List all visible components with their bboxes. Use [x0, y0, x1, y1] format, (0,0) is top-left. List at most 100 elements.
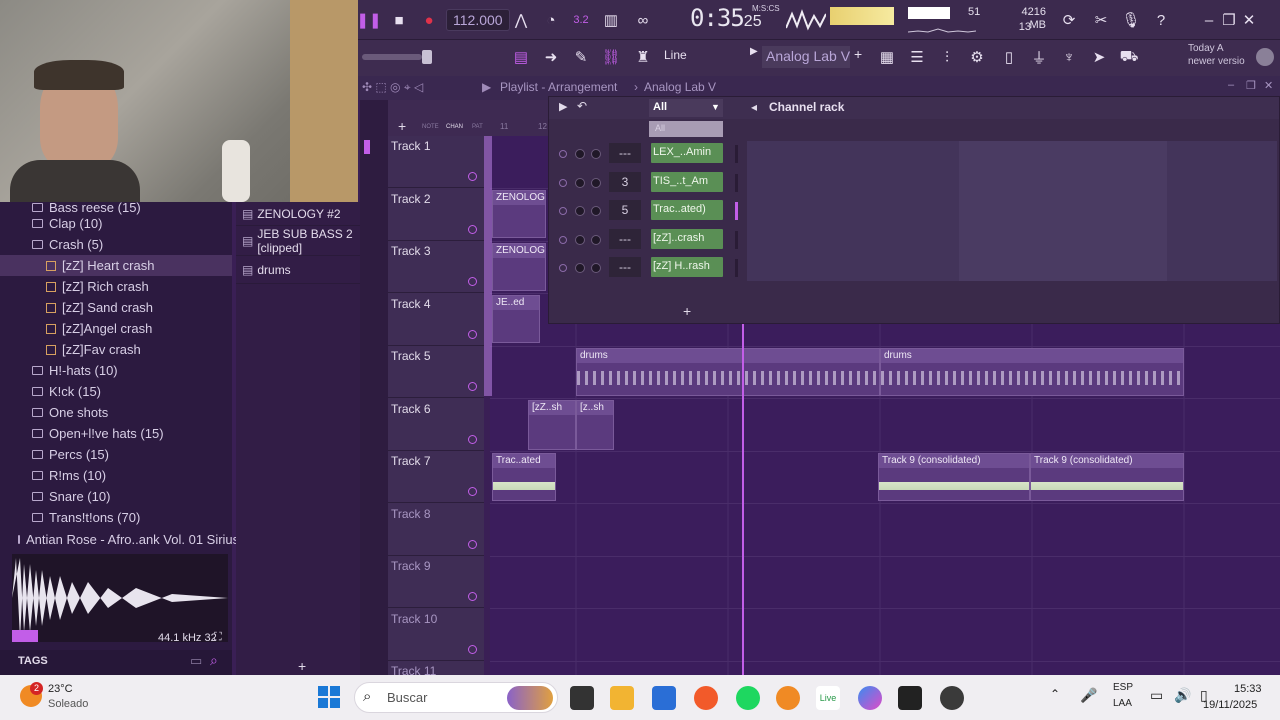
task-view-icon[interactable]: [570, 686, 594, 710]
browser-item[interactable]: H!-hats (10): [0, 360, 232, 381]
clip-drums-1[interactable]: drums: [576, 348, 880, 396]
lang-top[interactable]: ESP: [1113, 682, 1133, 693]
pan-knob[interactable]: [575, 234, 585, 245]
clip-zenolog-2[interactable]: ZENOLOG: [492, 243, 546, 291]
channel-name-button[interactable]: [zZ] H..rash: [651, 257, 723, 277]
clip-track9-2[interactable]: Track 9 (consolidated): [1030, 453, 1184, 501]
volume-knob[interactable]: [591, 263, 601, 273]
pan-knob[interactable]: [575, 149, 585, 159]
browser-item[interactable]: [zZ] Sand crash: [0, 297, 232, 318]
track-header[interactable]: Track 6: [388, 399, 484, 451]
browser-item[interactable]: Percs (15): [0, 444, 232, 465]
channel-select-bar[interactable]: [735, 230, 738, 249]
browser-item[interactable]: Snare (10): [0, 486, 232, 507]
playlist-minimize-icon[interactable]: –: [1228, 79, 1234, 91]
playhead[interactable]: [742, 324, 744, 676]
playlist-icon[interactable]: ▤: [508, 44, 534, 70]
picker-item[interactable]: ▤ JEB SUB BASS 2 [clipped]: [236, 226, 370, 256]
playlist-restore-icon[interactable]: ❐: [1246, 79, 1256, 92]
track-header[interactable]: Track 9: [388, 556, 484, 608]
track-enable-icon[interactable]: [468, 434, 477, 444]
track-enable-icon[interactable]: [468, 329, 477, 339]
pan-knob[interactable]: [575, 206, 585, 216]
volume-icon[interactable]: 🔊: [1174, 687, 1191, 704]
channel-name-button[interactable]: LEX_..Amin: [651, 143, 723, 163]
track-header[interactable]: Track 1: [388, 136, 484, 188]
tuner-icon[interactable]: ♆: [1056, 44, 1082, 70]
blend-notes-icon[interactable]: ▥: [598, 7, 624, 33]
account-avatar[interactable]: [1256, 48, 1274, 66]
pencil-icon[interactable]: ✎: [568, 44, 594, 70]
track-header[interactable]: Track 10: [388, 609, 484, 661]
rack-channel-row[interactable]: --- LEX_..Amin: [549, 143, 739, 167]
close-icon[interactable]: ✕: [1236, 7, 1262, 33]
track-enable-icon[interactable]: [468, 382, 477, 391]
mixer-track-number[interactable]: ---: [609, 143, 641, 163]
lang-bottom[interactable]: LAA: [1113, 698, 1132, 709]
rack-play-icon[interactable]: ▶: [559, 100, 567, 113]
channel-select-bar[interactable]: [735, 202, 738, 220]
wait-input-icon[interactable]: ◔: [538, 7, 564, 33]
mixer-icon[interactable]: ▦: [874, 44, 900, 70]
clip-zz-1[interactable]: [zZ..sh: [528, 400, 576, 450]
add-track-icon[interactable]: +: [398, 118, 406, 134]
live-icon[interactable]: Live: [816, 686, 840, 710]
header-pat[interactable]: PAT: [472, 124, 483, 130]
browser-item[interactable]: K!ck (15): [0, 381, 232, 402]
refresh-icon[interactable]: ⟳: [1056, 7, 1082, 33]
clip-zenolog-1[interactable]: ZENOLOG: [492, 190, 546, 238]
volume-knob[interactable]: [591, 206, 601, 216]
browser-item[interactable]: [zZ]Fav crash: [0, 339, 232, 360]
rack-channel-row[interactable]: --- [zZ] H..rash: [549, 257, 739, 281]
stamp-icon[interactable]: ♜: [630, 44, 656, 70]
playlist-close-icon[interactable]: ✕: [1264, 79, 1273, 92]
play-triangle-icon[interactable]: ▶: [750, 46, 758, 57]
channel-rack-icon[interactable]: ☰: [904, 44, 930, 70]
pan-knob[interactable]: [575, 263, 585, 273]
fl-studio-icon[interactable]: [776, 686, 800, 710]
channel-name-button[interactable]: [zZ]..crash: [651, 228, 723, 249]
channel-select-bar[interactable]: [735, 173, 738, 192]
microphone-icon[interactable]: 🎙: [1118, 7, 1144, 33]
metronome-icon[interactable]: ⋀: [508, 7, 534, 33]
track-header[interactable]: Track 4: [388, 294, 484, 346]
volume-knob[interactable]: [591, 234, 601, 245]
scissors-icon[interactable]: ✂: [1088, 7, 1114, 33]
clip-drums-2[interactable]: drums: [880, 348, 1184, 396]
microphone-tray-icon[interactable]: 🎤: [1080, 687, 1097, 704]
track-enable-icon[interactable]: [468, 539, 477, 549]
folder-icon[interactable]: ▭: [190, 653, 202, 669]
browser-item[interactable]: Clap (10): [0, 213, 232, 234]
countdown-icon[interactable]: 3.2: [568, 7, 594, 33]
channel-mute-led[interactable]: [559, 207, 567, 215]
rack-undo-icon[interactable]: ↶: [577, 99, 587, 113]
mixer-track-number[interactable]: ---: [609, 228, 641, 249]
taskbar-search[interactable]: ⌕ Buscar: [354, 682, 558, 713]
plug-icon[interactable]: ⏚: [1026, 44, 1052, 70]
browser-item[interactable]: Crash (5): [0, 234, 232, 255]
store-icon[interactable]: [652, 686, 676, 710]
search-icon[interactable]: ⌕: [210, 652, 218, 669]
help-icon[interactable]: ?: [1148, 7, 1174, 33]
shop-icon[interactable]: ⛟: [1116, 44, 1142, 70]
capcut-icon[interactable]: [898, 686, 922, 710]
master-volume-handle[interactable]: [422, 50, 432, 64]
track-header[interactable]: Track 8: [388, 504, 484, 556]
track-header[interactable]: Track 2: [388, 189, 484, 241]
clip-zz-2[interactable]: [z..sh: [576, 400, 614, 450]
clock-date[interactable]: 19/11/2025: [1203, 699, 1257, 711]
picker-item[interactable]: ▤ ZENOLOGY #2: [236, 202, 370, 226]
snap-selector[interactable]: Line: [664, 48, 687, 62]
mixer-track-number[interactable]: 3: [609, 171, 641, 192]
track-enable-icon[interactable]: [468, 592, 477, 601]
clip-je[interactable]: JE..ed: [492, 295, 540, 343]
browser-item[interactable]: Antian Rose - Afro..ank Vol. 01 Sirius: [0, 529, 239, 550]
channel-select-bar[interactable]: [735, 259, 738, 277]
preview-play-button[interactable]: [12, 630, 38, 642]
playlist-scroll-handle[interactable]: [364, 140, 370, 154]
volume-knob[interactable]: [591, 177, 601, 188]
clip-tracated[interactable]: Trac..ated: [492, 453, 556, 501]
news-panel[interactable]: Today A newer versio: [1188, 42, 1245, 68]
channel-mute-led[interactable]: [559, 235, 567, 244]
channel-select-bar[interactable]: [735, 145, 738, 163]
